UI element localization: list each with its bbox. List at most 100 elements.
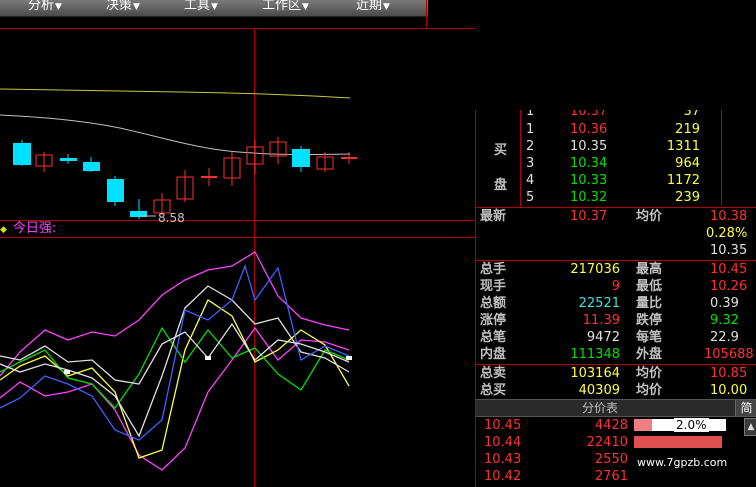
stat-value: 10.26 — [710, 279, 748, 294]
indicator-legend: ◆ 今日强: — [0, 221, 56, 237]
signal-marker — [205, 356, 211, 360]
scroll-up-icon[interactable]: ▲ — [744, 418, 756, 436]
candle — [60, 158, 77, 161]
bid-row[interactable]: 4 10.33 1172 — [476, 172, 756, 189]
candles — [13, 137, 357, 219]
stat-value: 103164 — [570, 366, 620, 381]
stat-value: 40309 — [578, 383, 620, 398]
change-percent: 0.28% — [706, 226, 748, 241]
ma-long-line — [0, 88, 351, 99]
quote-panel: 1 10.37 37 买 盘 1 10.36 219 2 10.35 1311 … — [476, 110, 756, 487]
stat-value: 10.00 — [710, 383, 748, 398]
ma-mid-line — [0, 114, 351, 156]
stat-label: 最高 — [636, 262, 663, 277]
stat-row: 总额 22521 量比 0.39 — [476, 295, 756, 312]
kline-chart[interactable] — [0, 0, 476, 487]
stat-label: 每笔 — [636, 330, 663, 345]
legend-dot-icon: ◆ — [0, 225, 7, 235]
stat-label: 外盘 — [636, 347, 663, 362]
latest-price: 10.37 — [570, 209, 608, 224]
avg-price: 10.38 — [710, 209, 748, 224]
volume-bar: 2.0% — [634, 418, 726, 432]
candle — [341, 157, 357, 159]
bid-volume: 964 — [675, 156, 700, 171]
candle — [13, 143, 31, 165]
prev-close: 10.35 — [710, 243, 748, 258]
stat-label: 总买 — [480, 383, 507, 398]
bid-level: 1 — [526, 110, 535, 119]
price-table-volume: 4428 — [594, 418, 628, 433]
bid-row[interactable]: 3 10.34 964 — [476, 155, 756, 172]
price-table-row[interactable]: 10.44 22410 — [476, 434, 756, 451]
stat-value: 22521 — [578, 296, 620, 311]
prev-close-row: 10.35 — [476, 242, 756, 259]
indicator-line — [0, 326, 350, 471]
price-table-row[interactable]: 10.45 4428 2.0% — [476, 417, 756, 434]
price-table-price: 10.42 — [484, 469, 522, 484]
volume-percent: 2.0% — [674, 418, 709, 432]
price-table-title: 分价表 — [582, 401, 619, 415]
stat-row: 涨停 11.39 跌停 9.32 — [476, 312, 756, 329]
stat-label: 总额 — [480, 296, 507, 311]
bid-price: 10.34 — [570, 156, 608, 171]
bid-price: 10.37 — [570, 110, 608, 119]
stat-label: 均价 — [636, 383, 663, 398]
chart-grid — [0, 0, 476, 487]
indicator-line — [0, 263, 350, 441]
signal-marker — [64, 370, 70, 374]
stat-row: 总笔 9472 每笔 22.9 — [476, 329, 756, 346]
stat-label: 现手 — [480, 279, 507, 294]
bid-price: 10.35 — [570, 139, 608, 154]
watermark: www.7gpzb.com — [637, 456, 728, 469]
stat-value: 22.9 — [710, 330, 739, 345]
volume-bar — [634, 436, 726, 448]
stat-value: 217036 — [570, 262, 620, 277]
bid-volume: 1311 — [666, 139, 700, 154]
avg-label: 均价 — [636, 209, 663, 224]
indicator-legend-label: 今日强: — [12, 221, 57, 236]
low-price-label: 8.58 — [158, 211, 185, 225]
price-table-row[interactable]: 10.42 2761 — [476, 468, 756, 485]
bid-level: 1 — [526, 122, 535, 137]
bid-row[interactable]: 5 10.32 239 — [476, 189, 756, 206]
bid-level: 3 — [526, 156, 535, 171]
price-table-volume: 2761 — [594, 469, 628, 484]
stat-value: 9472 — [586, 330, 620, 345]
bid-price: 10.33 — [570, 173, 608, 188]
candle — [83, 162, 100, 171]
price-table-header: 分价表 简 — [476, 399, 756, 417]
signal-marker — [346, 356, 352, 360]
price-table-price: 10.45 — [484, 418, 522, 433]
bid-volume: 37 — [683, 110, 700, 119]
bid-row[interactable]: 2 10.35 1311 — [476, 138, 756, 155]
stat-value: 11.39 — [582, 313, 620, 328]
price-table-price: 10.43 — [484, 452, 522, 467]
stat-label: 总笔 — [480, 330, 507, 345]
stat-value: 111348 — [570, 347, 620, 362]
stat-value: 9.32 — [710, 313, 739, 328]
stat-value: 10.45 — [710, 262, 748, 277]
simple-view-button[interactable]: 简 — [735, 400, 756, 416]
stat-row: 总手 217036 最高 10.45 — [476, 261, 756, 278]
volume-bar-fill — [634, 419, 652, 431]
stat-label: 总卖 — [480, 366, 507, 381]
volume-bar-fill — [634, 436, 722, 448]
latest-row: 最新 10.37 均价 10.38 — [476, 208, 756, 225]
bid-price: 10.32 — [570, 190, 608, 205]
stat-label: 内盘 — [480, 347, 507, 362]
stat-value: 105688 — [704, 347, 754, 362]
latest-label: 最新 — [480, 209, 507, 224]
stat-row: 现手 9 最低 10.26 — [476, 278, 756, 295]
stat-label: 量比 — [636, 296, 663, 311]
price-table-volume: 22410 — [586, 435, 628, 450]
stat-label: 总手 — [480, 262, 507, 277]
bid-volume: 1172 — [666, 173, 700, 188]
bid-level: 5 — [526, 190, 535, 205]
bid-price: 10.36 — [570, 122, 608, 137]
bid-level: 2 — [526, 139, 535, 154]
candle — [107, 179, 124, 202]
bid-row-partial: 1 10.37 37 — [476, 110, 756, 120]
price-table-price: 10.44 — [484, 435, 522, 450]
bid-level: 4 — [526, 173, 535, 188]
bid-row[interactable]: 1 10.36 219 — [476, 121, 756, 138]
